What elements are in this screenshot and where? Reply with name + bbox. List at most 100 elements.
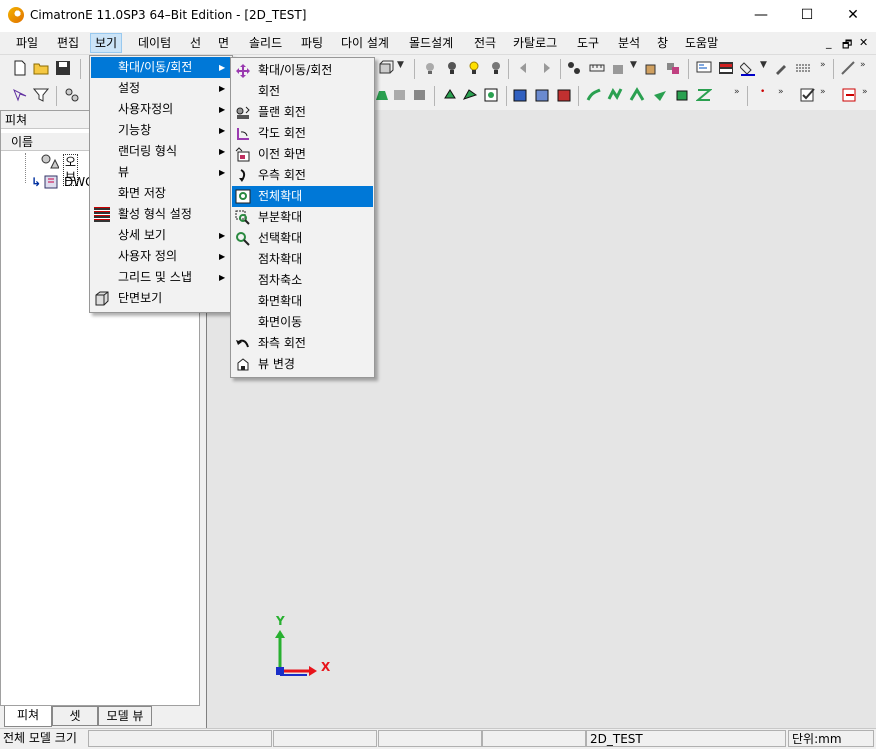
section-plane-icon[interactable] [534, 87, 550, 103]
menu-edit[interactable]: 편집 [53, 34, 83, 52]
view-menu-item-section-view[interactable]: 단면보기 [91, 288, 231, 309]
tree-expand-icon[interactable]: ↳ [31, 173, 41, 191]
menu-datum[interactable]: 데이텀 [134, 34, 175, 52]
toolbar-overflow-icon[interactable]: » [778, 87, 784, 97]
menu-solid[interactable]: 솔리드 [245, 34, 286, 52]
fill-color-dropdown-icon[interactable]: ▼ [760, 60, 767, 70]
submenu-item-zoom-in-gradual[interactable]: 점차확대 [232, 249, 373, 270]
submenu-item-plane-rotate[interactable]: 플랜 회전 [232, 102, 373, 123]
feature-filter-icon[interactable] [12, 87, 28, 103]
toolbar-overflow-icon[interactable]: » [820, 87, 826, 97]
line-style-icon[interactable] [795, 60, 811, 76]
check-icon[interactable] [800, 87, 816, 103]
submenu-item-zoom-window[interactable]: 부분확대 [232, 207, 373, 228]
measure-icon[interactable] [589, 60, 605, 76]
display-settings-icon[interactable] [696, 60, 712, 76]
view-menu-item-detail-view[interactable]: 상세 보기 ▶ [91, 225, 231, 246]
toolbar-overflow-icon[interactable]: » [862, 87, 868, 97]
paint-dropdown-icon[interactable]: ▼ [630, 60, 637, 70]
surface-3-icon[interactable] [629, 87, 645, 103]
view-menu-item-save-view[interactable]: 화면 저장 [91, 183, 231, 204]
surface-6-icon[interactable] [696, 87, 712, 103]
menu-die-design[interactable]: 다이 설계 [337, 34, 393, 52]
view-menu-item-user-defined[interactable]: 사용자 정의 ▶ [91, 246, 231, 267]
section-box-icon[interactable] [512, 87, 528, 103]
submenu-item-rotate-left[interactable]: 좌측 회전 [232, 333, 373, 354]
menu-tools[interactable]: 도구 [573, 34, 603, 52]
mdi-close-button[interactable]: ✕ [859, 36, 868, 49]
maximize-button[interactable]: ☐ [784, 0, 830, 32]
tab-sets[interactable]: 셋 [52, 706, 98, 726]
top-view-icon[interactable] [483, 87, 499, 103]
filter-icon[interactable] [33, 87, 49, 103]
submenu-item-angle-rotate[interactable]: 각도 회전 [232, 123, 373, 144]
view-menu-item-active-style[interactable]: 활성 형식 설정 [91, 204, 231, 225]
color-table-icon[interactable] [718, 60, 734, 76]
hidden-line-icon[interactable] [392, 87, 408, 103]
submenu-item-change-view[interactable]: 뷰 변경 [232, 354, 373, 375]
submenu-item-zoom-pan-rotate[interactable]: 확대/이동/회전 [232, 60, 373, 81]
menu-curve[interactable]: 선 [186, 34, 205, 52]
arrow-left-icon[interactable] [516, 60, 532, 76]
submenu-item-zoom-selected[interactable]: 선택확대 [232, 228, 373, 249]
submenu-item-zoom[interactable]: 화면확대 [232, 291, 373, 312]
mdi-restore-button[interactable]: 🗗 [842, 36, 852, 55]
open-folder-icon[interactable] [33, 60, 49, 76]
menu-analysis[interactable]: 분석 [614, 34, 644, 52]
submenu-item-zoom-out-gradual[interactable]: 점차축소 [232, 270, 373, 291]
submenu-item-previous-view[interactable]: 이전 화면 [232, 144, 373, 165]
fill-color-icon[interactable] [740, 60, 756, 76]
toolbar-overflow-icon[interactable]: » [734, 87, 740, 97]
toolbar-overflow-icon[interactable]: » [820, 60, 826, 70]
menu-electrode[interactable]: 전극 [470, 34, 500, 52]
bulb-off-icon[interactable] [444, 60, 460, 76]
render-mode-icon[interactable] [378, 60, 394, 76]
menu-surface[interactable]: 면 [214, 34, 233, 52]
menu-window[interactable]: 창 [653, 34, 672, 52]
view-menu-item-grid-snap[interactable]: 그리드 및 스냅 ▶ [91, 267, 231, 288]
paint-icon[interactable] [611, 60, 627, 76]
minimize-button[interactable]: — [738, 0, 784, 32]
shaded-icon[interactable] [374, 87, 390, 103]
sketch-line-icon[interactable] [840, 60, 856, 76]
view-menu-item-panels[interactable]: 기능창 ▶ [91, 120, 231, 141]
view-menu-item-render-mode[interactable]: 랜더링 형식 ▶ [91, 141, 231, 162]
move-object-icon[interactable] [643, 60, 659, 76]
bulb-on-icon[interactable] [466, 60, 482, 76]
surface-2-icon[interactable] [607, 87, 623, 103]
close-button[interactable]: ✕ [830, 0, 876, 32]
tab-features[interactable]: 피쳐 [4, 706, 52, 727]
tab-model-view[interactable]: 모델 뷰 [98, 706, 152, 726]
point-icon[interactable]: • [760, 87, 765, 97]
tree-tools-icon[interactable] [64, 87, 80, 103]
menu-help[interactable]: 도움말 [681, 34, 722, 52]
menu-view[interactable]: 보기 [90, 33, 123, 53]
surface-5-icon[interactable] [674, 87, 690, 103]
section-cut-icon[interactable] [556, 87, 572, 103]
component-icon[interactable] [665, 60, 681, 76]
eyedropper-icon[interactable] [773, 60, 789, 76]
render-mode-dropdown-icon[interactable]: ▼ [397, 60, 404, 70]
menu-file[interactable]: 파일 [12, 34, 42, 52]
iso-view-icon[interactable] [442, 87, 458, 103]
menu-parting[interactable]: 파팅 [297, 34, 327, 52]
transform-icon[interactable] [566, 60, 582, 76]
submenu-item-rotate-right[interactable]: 우측 회전 [232, 165, 373, 186]
light-icon[interactable] [422, 60, 438, 76]
arrow-right-icon[interactable] [538, 60, 554, 76]
surface-4-icon[interactable] [652, 87, 668, 103]
view-menu-item-customize[interactable]: 사용자정의 ▶ [91, 99, 231, 120]
wireframe-icon[interactable] [412, 87, 428, 103]
bulb-toggle-icon[interactable] [487, 60, 503, 76]
view-menu-item-settings[interactable]: 설정 ▶ [91, 78, 231, 99]
save-icon[interactable] [55, 60, 71, 76]
submenu-item-rotate[interactable]: 회전 [232, 81, 373, 102]
view-menu-item-zoom-pan-rotate[interactable]: 확대/이동/회전 ▶ [91, 57, 231, 78]
new-file-icon[interactable] [12, 60, 28, 76]
view-menu-item-view[interactable]: 뷰 ▶ [91, 162, 231, 183]
submenu-item-zoom-all[interactable]: 전체확대 [232, 186, 373, 207]
submenu-item-pan[interactable]: 화면이동 [232, 312, 373, 333]
front-view-icon[interactable] [462, 87, 478, 103]
menu-mold-design[interactable]: 몰드설계 [405, 34, 457, 52]
mdi-minimize-button[interactable]: _ [826, 36, 832, 49]
